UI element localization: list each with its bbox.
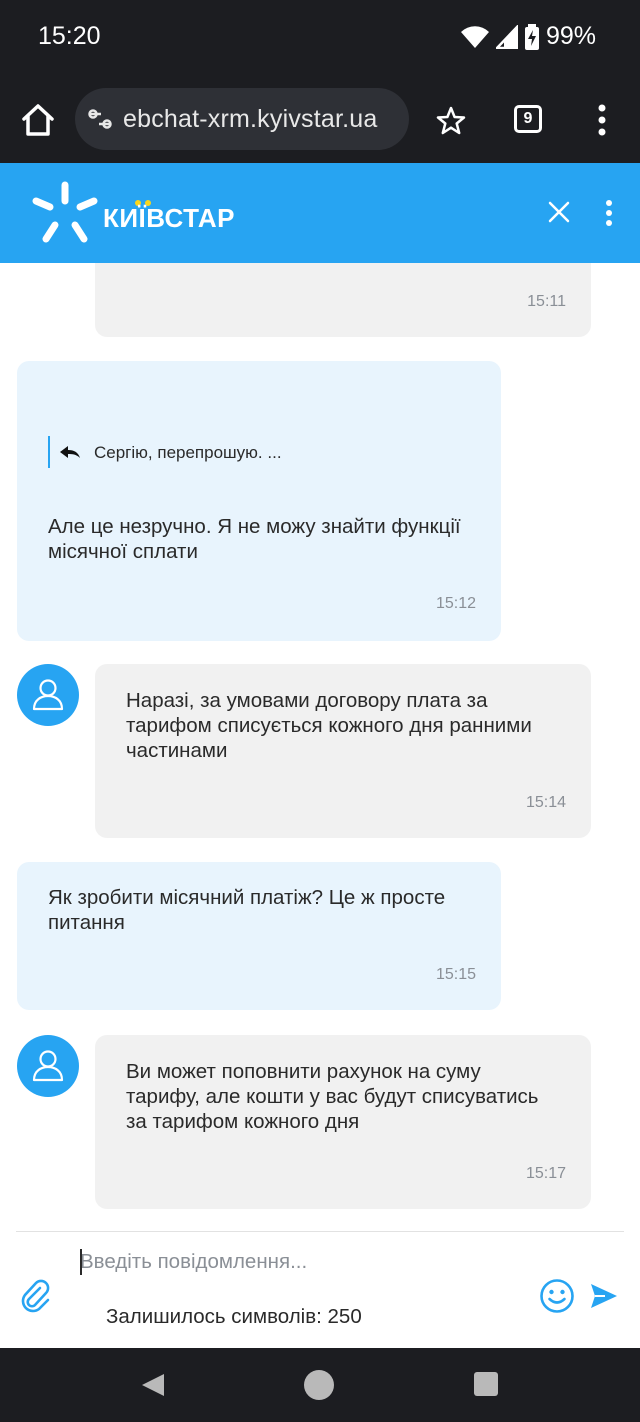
recents-button[interactable] [474,1372,498,1396]
status-bar: 15:20 99% [0,0,640,80]
status-time: 15:20 [38,22,101,50]
message-time: 15:14 [525,794,566,811]
battery-level: 99% [545,22,596,50]
bookmark-star-icon[interactable] [436,106,466,136]
home-button[interactable] [304,1370,334,1400]
brand-name: КИЇВСТАР [103,203,236,233]
operator-avatar [17,664,79,726]
text-cursor [80,1249,82,1275]
operator-message: Наразі, за умовами договору плата за тар… [95,664,591,838]
message-composer: Залишилось символів: 250 [0,1231,640,1348]
user-message: Як зробити місячний платіж? Це ж просте … [17,862,501,1010]
home-icon[interactable] [18,100,58,140]
android-nav-bar [0,1348,640,1422]
attach-icon[interactable] [20,1279,52,1313]
back-icon[interactable] [140,1372,166,1398]
message-text: Як зробити місячний платіж? Це ж просте … [48,886,446,934]
wifi-icon [460,25,489,48]
message-time: 15:12 [435,595,476,612]
message-text: Але це незручно. Я не можу знайти функці… [48,515,461,563]
url-text[interactable]: ebchat-xrm.kyivstar.ua [123,105,378,134]
signal-icon [495,24,518,49]
close-icon[interactable] [546,199,572,225]
reply-quote[interactable]: Сергію, перепрошую. ... [48,436,282,468]
user-icon [32,679,64,711]
user-message: Сергію, перепрошую. ... Але це незручно.… [17,361,501,641]
composer-divider [16,1231,624,1232]
message-time: 15:17 [525,1165,566,1182]
chat-header: КИЇВСТАР [0,163,640,263]
tab-switcher-button[interactable]: 9 [514,105,542,133]
battery-icon [524,23,539,50]
operator-avatar [17,1035,79,1097]
status-icons: 99% [460,22,596,51]
message-text: Наразі, за умовами договору плата за тар… [126,689,532,762]
emoji-icon[interactable] [539,1278,575,1314]
message-list[interactable]: 15:11 Сергію, перепрошую. ... Але це нез… [0,263,640,1231]
kyivstar-logo-icon [32,181,98,243]
chars-left-label: Залишилось символів: 250 [106,1305,362,1328]
message-time: 15:15 [435,966,476,983]
quote-text: Сергію, перепрошую. ... [94,442,282,462]
message-text: Ви может поповнити рахунок на суму тариф… [126,1060,539,1133]
browser-toolbar: ebchat-xrm.kyivstar.ua 9 [0,80,640,163]
message-time: 15:11 [527,293,566,310]
operator-message: Ви может поповнити рахунок на суму тариф… [95,1035,591,1209]
reply-arrow-icon [60,446,80,458]
user-icon [32,1050,64,1082]
address-bar[interactable]: ebchat-xrm.kyivstar.ua [75,88,409,150]
browser-menu-icon[interactable] [597,104,607,136]
site-settings-icon[interactable] [87,106,113,132]
send-icon[interactable] [590,1283,618,1309]
chat-menu-icon[interactable] [604,199,614,227]
message-input[interactable] [80,1245,520,1279]
operator-message: 15:11 [95,263,591,337]
